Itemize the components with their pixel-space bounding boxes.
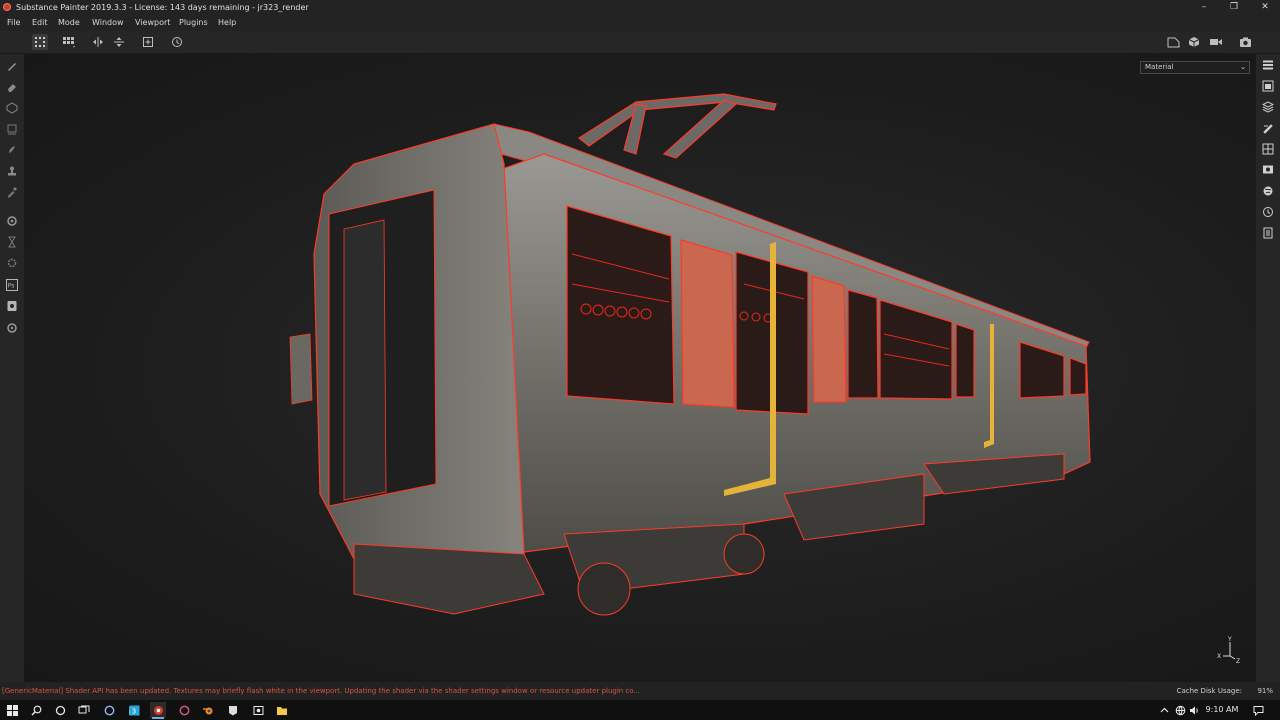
screenshot-camera-icon[interactable] [1237,34,1253,50]
hourglass-icon[interactable] [4,234,20,250]
settings-gear-icon[interactable] [4,320,20,336]
paint-brush-icon[interactable] [4,58,20,74]
menu-viewport[interactable]: Viewport [135,15,170,31]
layers-icon[interactable] [1260,99,1276,115]
add-frame-icon[interactable] [140,34,156,50]
bake-settings-icon[interactable] [4,213,20,229]
plugin-gear-icon[interactable] [4,255,20,271]
texture-set-list-icon[interactable] [1260,57,1276,73]
left-toolbar: Ps [0,54,24,682]
cache-disk-usage-label: Cache Disk Usage: [1176,687,1242,695]
system-clock[interactable]: 9:10 AM [1202,700,1242,720]
tiling-icon[interactable] [61,34,77,50]
display-settings-icon[interactable] [1260,162,1276,178]
menu-window[interactable]: Window [92,15,124,31]
history-clock-icon[interactable] [1260,204,1276,220]
windows-start-icon[interactable] [4,702,20,718]
media-app-icon[interactable] [176,702,192,718]
smudge-icon[interactable] [4,142,20,158]
axis-y-label: Y [1227,636,1232,643]
environment-globe-icon[interactable] [1260,183,1276,199]
search-icon[interactable] [28,702,44,718]
volume-icon[interactable] [1186,702,1202,718]
properties-brush-icon[interactable] [1260,120,1276,136]
3d-view-cube-icon[interactable] [1187,34,1203,50]
cortana-icon[interactable] [52,702,68,718]
window-title: Substance Painter 2019.3.3 - License: 14… [16,3,309,12]
menu-file[interactable]: File [7,15,20,31]
export-textures-icon[interactable] [4,298,20,314]
photoshop-export-icon[interactable]: Ps [4,277,20,293]
tray-chevron-icon[interactable] [1156,702,1172,718]
maximize-button[interactable]: ❐ [1219,0,1249,15]
train-car-model [289,93,1091,616]
menu-bar: File Edit Mode Window Viewport Plugins H… [0,15,1280,31]
geometry-mask-icon[interactable] [4,121,20,137]
status-bar: [GenericMaterial] Shader API has been up… [0,682,1280,700]
app-3-icon[interactable]: 3 [126,702,142,718]
grid-view-icon[interactable] [32,34,48,50]
notifications-icon[interactable] [1250,702,1266,718]
mirror-y-icon[interactable] [111,34,127,50]
display-channel-dropdown[interactable]: Material ⌄ [1140,61,1250,74]
menu-mode[interactable]: Mode [58,15,80,31]
cache-disk-usage-value: 91% [1257,687,1273,695]
mirror-x-icon[interactable] [90,34,106,50]
eraser-icon[interactable] [4,79,20,95]
camera-video-icon[interactable] [1208,34,1224,50]
svg-text:3: 3 [131,707,135,715]
title-bar: Substance Painter 2019.3.3 - License: 14… [0,0,1280,15]
history-icon[interactable] [169,34,185,50]
task-view-icon[interactable] [76,702,92,718]
blender-icon[interactable] [200,702,216,718]
right-toolbar [1256,54,1280,682]
browser-icon[interactable] [101,702,117,718]
windows-taskbar: 3 9:10 AM [0,700,1280,720]
projection-icon[interactable] [4,100,20,116]
axis-gizmo: Y X Z [1214,636,1244,666]
clone-stamp-icon[interactable] [4,163,20,179]
substance-painter-icon [3,3,11,11]
close-button[interactable]: ✕ [1250,0,1280,15]
minimize-button[interactable]: – [1189,0,1219,15]
viewport-3d[interactable]: Material ⌄ Y X Z [24,54,1256,682]
axis-x-label: X [1217,653,1221,660]
svg-text:Ps: Ps [8,283,15,290]
axis-z-label: Z [1236,658,1240,665]
pantograph [577,93,777,159]
epic-launcher-icon[interactable] [225,702,241,718]
shelf-grid-icon[interactable] [1260,141,1276,157]
texture-set-settings-icon[interactable] [1260,78,1276,94]
menu-edit[interactable]: Edit [32,15,48,31]
chevron-down-icon: ⌄ [1240,63,1246,71]
menu-help[interactable]: Help [218,15,236,31]
app-window-icon[interactable] [250,702,266,718]
substance-painter-taskbar-icon[interactable] [150,702,166,719]
display-channel-value: Material [1145,63,1174,71]
uv-view-icon[interactable] [1166,34,1182,50]
menu-plugins[interactable]: Plugins [179,15,208,31]
log-document-icon[interactable] [1260,225,1276,241]
status-message[interactable]: [GenericMaterial] Shader API has been up… [2,682,640,700]
main-toolbar [0,31,1280,54]
folder-icon[interactable] [274,702,290,718]
color-picker-icon[interactable] [4,184,20,200]
